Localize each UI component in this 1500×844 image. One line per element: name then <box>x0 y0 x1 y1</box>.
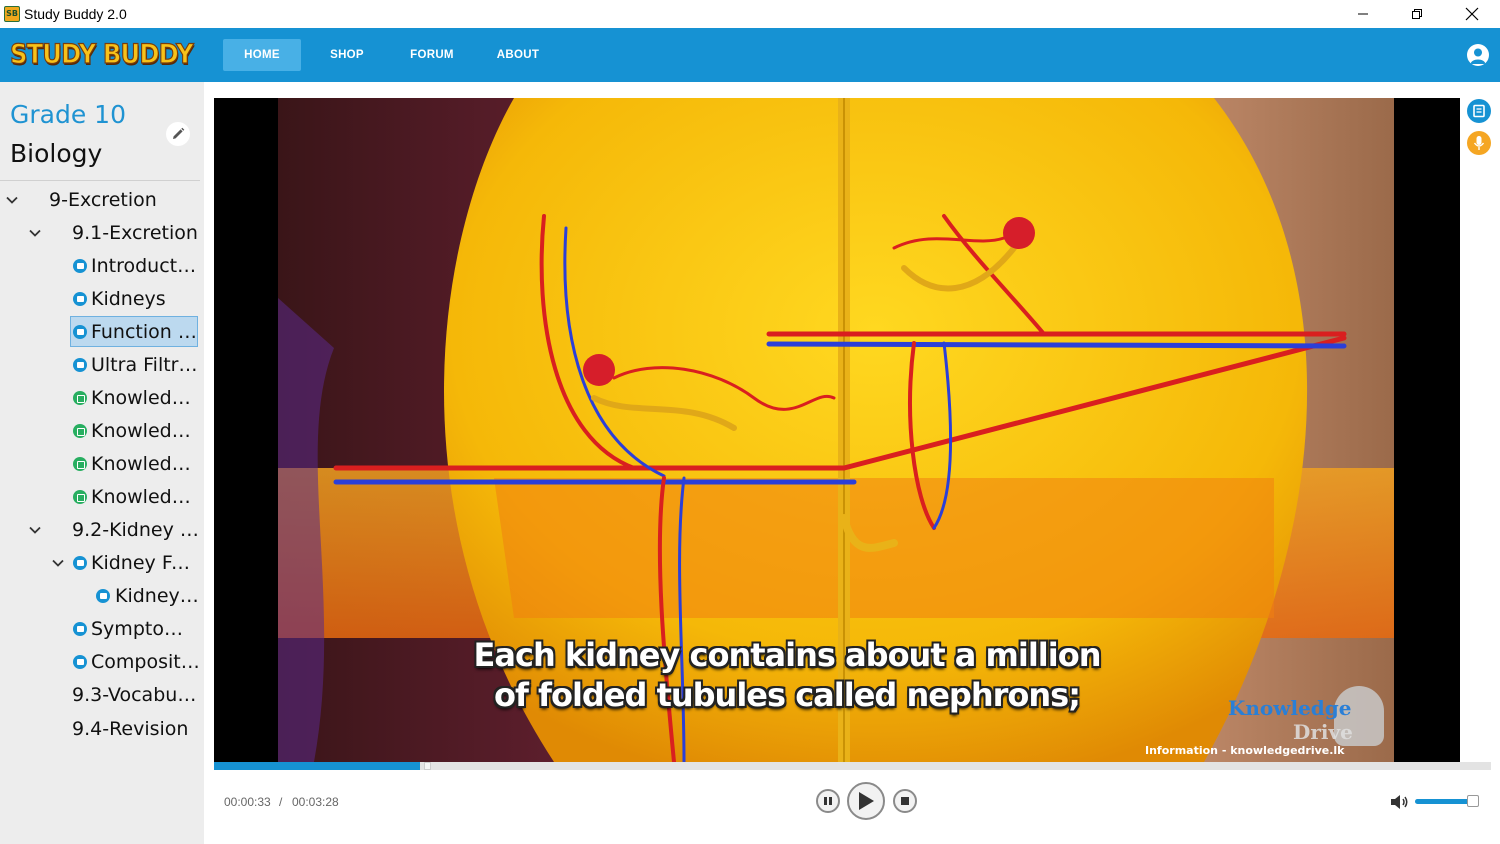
pause-icon <box>824 797 832 805</box>
video-lesson-icon <box>73 556 87 570</box>
video-player[interactable]: Each kidney contains about a million of … <box>214 98 1460 762</box>
tree-label: Knowledg... <box>91 453 201 475</box>
tree-label: Kidneys <box>91 288 166 310</box>
speaker-icon <box>1391 795 1408 809</box>
quiz-icon <box>73 457 87 471</box>
tree-label: 9.3-Vocabula... <box>72 684 200 706</box>
tree-lesson-symptoms[interactable]: Symptoms... <box>0 615 204 643</box>
top-navbar: STUDY BUDDY HOME SHOP FORUM ABOUT <box>0 28 1500 82</box>
nav-shop[interactable]: SHOP <box>319 39 375 71</box>
tree-label: Knowledg... <box>91 486 201 508</box>
tree-label: Ultra Filtra... <box>91 354 201 376</box>
play-button[interactable] <box>847 782 885 820</box>
stop-icon <box>901 797 909 805</box>
tree-label: 9.2-Kidney F... <box>72 519 200 541</box>
tree-section-9-4[interactable]: 9.4-Revision <box>0 715 204 743</box>
video-lesson-icon <box>96 589 110 603</box>
video-lesson-icon <box>73 292 87 306</box>
close-icon <box>1465 7 1479 21</box>
tree-section-9-2[interactable]: 9.2-Kidney F... <box>0 516 204 544</box>
window-title: Study Buddy 2.0 <box>24 6 127 22</box>
current-time: 00:00:33 <box>224 795 271 809</box>
watermark-url: Information - knowledgedrive.lk <box>1145 744 1345 757</box>
restore-button[interactable] <box>1394 0 1440 28</box>
watermark-brand-2: Drive <box>1293 720 1353 744</box>
tree-label: Kidney Fail... <box>91 552 201 574</box>
watermark-brand-1: Knowledge <box>1228 696 1352 720</box>
chevron-down-icon[interactable] <box>4 186 20 214</box>
chevron-down-icon[interactable] <box>27 516 43 544</box>
tree-lesson-function[interactable]: Function o... <box>0 318 204 346</box>
chevron-down-icon[interactable] <box>27 219 43 247</box>
video-lesson-icon <box>73 259 87 273</box>
tree-section-9-3[interactable]: 9.3-Vocabula... <box>0 681 204 709</box>
tree-section-9-1[interactable]: 9.1-Excretion <box>0 219 204 247</box>
tree-chapter-9[interactable]: 9-Excretion <box>0 186 204 214</box>
tree-lesson-kidneys[interactable]: Kidneys <box>0 285 204 313</box>
voice-record-button[interactable] <box>1467 131 1491 155</box>
tree-quiz-knowledge-1[interactable]: Knowledg... <box>0 384 204 412</box>
play-icon <box>859 792 874 810</box>
tree-lesson-introduction[interactable]: Introduction <box>0 252 204 280</box>
tree-label: 9.1-Excretion <box>72 222 198 244</box>
minimize-icon <box>1358 13 1368 15</box>
volume-handle[interactable] <box>1466 795 1479 807</box>
tree-label: Knowledg... <box>91 387 201 409</box>
sidebar-divider <box>0 180 200 181</box>
app-icon: SB <box>4 6 20 22</box>
seek-bar-progress <box>214 762 420 770</box>
subject-title: Biology <box>10 139 103 168</box>
user-icon <box>1470 48 1486 64</box>
tree-label: 9.4-Revision <box>72 718 189 740</box>
window-titlebar: SB Study Buddy 2.0 <box>0 0 1500 28</box>
minimize-button[interactable] <box>1340 0 1386 28</box>
restore-icon <box>1412 9 1422 19</box>
quiz-icon <box>73 424 87 438</box>
video-lesson-icon <box>73 655 87 669</box>
tree-lesson-kidney-sub[interactable]: Kidney ... <box>0 582 204 610</box>
chevron-down-icon[interactable] <box>50 549 66 577</box>
tree-label: Knowledg... <box>91 420 201 442</box>
grade-title: Grade 10 <box>10 100 126 129</box>
tree-lesson-ultra-filtration[interactable]: Ultra Filtra... <box>0 351 204 379</box>
subtitle-line-1: Each kidney contains about a million <box>473 636 1102 674</box>
quiz-icon <box>73 490 87 504</box>
tree-lesson-kidney-failure[interactable]: Kidney Fail... <box>0 549 204 577</box>
seek-bar[interactable] <box>214 762 1491 770</box>
notes-button[interactable] <box>1467 99 1491 123</box>
microphone-icon <box>1473 136 1485 150</box>
tree-lesson-composition[interactable]: Compositi... <box>0 648 204 676</box>
time-separator: / <box>279 795 283 809</box>
tree-label: Symptoms... <box>91 618 201 640</box>
video-lesson-icon <box>73 622 87 636</box>
pencil-icon <box>173 127 185 139</box>
user-account-button[interactable] <box>1467 44 1489 66</box>
total-time: 00:03:28 <box>292 795 339 809</box>
seek-bar-handle[interactable] <box>423 762 431 770</box>
lesson-sidebar: Grade 10 Biology 9-Excretion 9.1-Excreti… <box>0 82 204 844</box>
study-buddy-logo[interactable]: STUDY BUDDY <box>9 38 194 72</box>
tree-label: Compositi... <box>91 651 201 673</box>
video-lesson-icon <box>73 325 87 339</box>
volume-slider[interactable] <box>1415 795 1479 807</box>
tree-quiz-knowledge-3[interactable]: Knowledg... <box>0 450 204 478</box>
tree-label: Function o... <box>91 321 197 343</box>
nav-about[interactable]: ABOUT <box>488 39 548 71</box>
pause-button[interactable] <box>816 789 840 813</box>
quiz-icon <box>73 391 87 405</box>
tree-label: Introduction <box>91 255 201 277</box>
edit-subject-button[interactable] <box>166 122 190 146</box>
nav-home[interactable]: HOME <box>223 39 301 71</box>
volume-button[interactable] <box>1390 794 1410 810</box>
notes-icon <box>1473 104 1485 118</box>
tree-quiz-knowledge-4[interactable]: Knowledg... <box>0 483 204 511</box>
video-lesson-icon <box>73 358 87 372</box>
close-button[interactable] <box>1449 0 1495 28</box>
volume-level <box>1415 799 1473 804</box>
tree-label: 9-Excretion <box>49 189 157 211</box>
nav-forum[interactable]: FORUM <box>402 39 462 71</box>
tree-quiz-knowledge-2[interactable]: Knowledg... <box>0 417 204 445</box>
stop-button[interactable] <box>893 789 917 813</box>
tree-label: Kidney ... <box>115 585 201 607</box>
